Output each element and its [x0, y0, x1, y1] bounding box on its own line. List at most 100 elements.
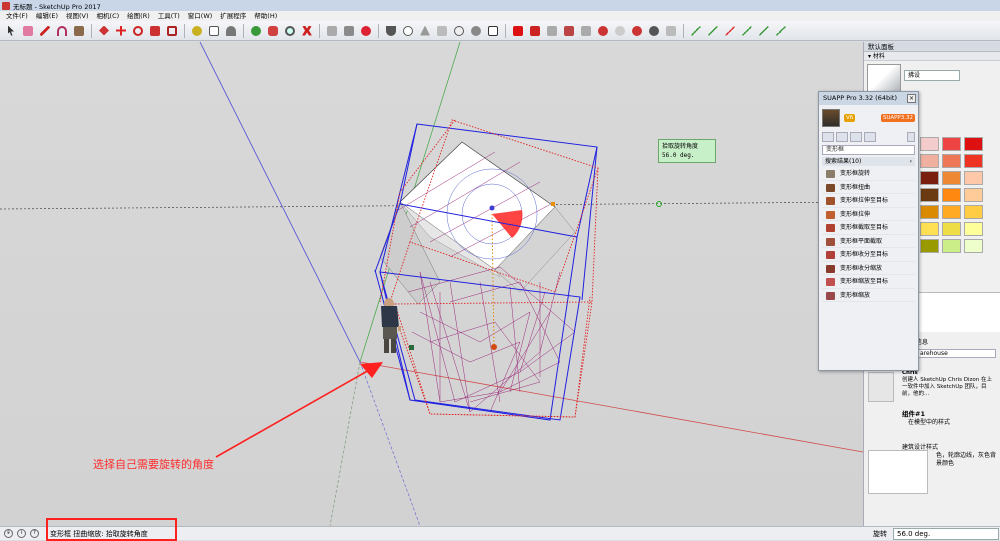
move-icon[interactable] [114, 24, 128, 38]
solid-icon[interactable] [528, 24, 542, 38]
menu-file[interactable]: 文件(F) [2, 11, 32, 21]
swatch[interactable] [964, 154, 983, 168]
zoom-icon[interactable] [283, 24, 297, 38]
suapp-search-input[interactable]: 变形框 [822, 145, 915, 155]
shape-icon[interactable] [72, 24, 86, 38]
suapp-titlebar[interactable]: SUAPP Pro 3.32 (64bit) × [819, 92, 918, 105]
teapot-icon[interactable] [613, 24, 627, 38]
info-icon[interactable]: i [17, 529, 26, 538]
menu-icon[interactable] [907, 132, 915, 142]
swatch[interactable] [964, 205, 983, 219]
rotate-icon[interactable] [131, 24, 145, 38]
user-icon[interactable] [850, 132, 862, 142]
result-item[interactable]: 变形框收分缩放 [822, 262, 915, 275]
section-icon[interactable] [384, 24, 398, 38]
swatch[interactable] [942, 171, 961, 185]
push-pull-icon[interactable] [97, 24, 111, 38]
swatch[interactable] [964, 171, 983, 185]
menu-draw[interactable]: 绘图(R) [123, 11, 154, 21]
swatch[interactable] [964, 188, 983, 202]
list-icon[interactable] [836, 132, 848, 142]
material-name-input[interactable]: 拂设 [904, 70, 960, 81]
swatch[interactable] [920, 137, 939, 151]
swatch[interactable] [964, 239, 983, 253]
text-icon[interactable] [207, 24, 221, 38]
swatch[interactable] [942, 222, 961, 236]
scene-canvas[interactable] [0, 42, 863, 526]
menu-edit[interactable]: 编辑(E) [32, 11, 62, 21]
measurement-input[interactable]: 56.0 deg. [893, 528, 999, 540]
select-icon[interactable] [4, 24, 18, 38]
search-icon[interactable] [864, 132, 876, 142]
warehouse-search-input[interactable]: arehouse [916, 349, 996, 358]
zoom-extents-icon[interactable] [300, 24, 314, 38]
eraser-icon[interactable] [21, 24, 35, 38]
arc-icon[interactable] [55, 24, 69, 38]
component-icon[interactable] [545, 24, 559, 38]
wire-icon[interactable] [486, 24, 500, 38]
close-icon[interactable]: × [907, 94, 916, 103]
menu-window[interactable]: 窗口(W) [184, 11, 217, 21]
swatch[interactable] [942, 154, 961, 168]
swatch[interactable] [920, 188, 939, 202]
swatch[interactable] [942, 239, 961, 253]
follow-icon[interactable] [647, 24, 661, 38]
version-badge[interactable]: SUAPP3.32 [880, 114, 915, 122]
result-item[interactable]: 变形框拉伸 [822, 208, 915, 221]
result-item[interactable]: 变形框平面截取 [822, 235, 915, 248]
result-item[interactable]: 变形框收分至目标 [822, 248, 915, 262]
pencil-icon[interactable] [38, 24, 52, 38]
scale-icon[interactable] [148, 24, 162, 38]
avatar[interactable] [822, 109, 840, 127]
menu-camera[interactable]: 相机(C) [93, 11, 124, 21]
swatch[interactable] [920, 222, 939, 236]
offset-icon[interactable] [165, 24, 179, 38]
home-icon[interactable] [822, 132, 834, 142]
sandbox-icon[interactable] [359, 24, 373, 38]
result-item[interactable]: 变形框拉伸至目标 [822, 194, 915, 208]
swatch[interactable] [920, 239, 939, 253]
view-top-icon[interactable] [689, 24, 703, 38]
result-item[interactable]: 变形框旋转 [822, 167, 915, 181]
result-item[interactable]: 变形框截取至目标 [822, 221, 915, 235]
scene-icon[interactable] [774, 24, 788, 38]
iso-icon[interactable] [664, 24, 678, 38]
view-front-icon[interactable] [706, 24, 720, 38]
shadow-icon[interactable] [418, 24, 432, 38]
result-item[interactable]: 变形框扭曲 [822, 181, 915, 194]
extension-icon[interactable] [342, 24, 356, 38]
suapp-icon[interactable] [511, 24, 525, 38]
swatch[interactable] [942, 205, 961, 219]
view-right-icon[interactable] [723, 24, 737, 38]
menu-extensions[interactable]: 扩展程序 [216, 11, 250, 21]
protractor-icon[interactable] [224, 24, 238, 38]
swatch[interactable] [964, 222, 983, 236]
ruby-icon[interactable] [596, 24, 610, 38]
style-icon[interactable] [401, 24, 415, 38]
materials-section-header[interactable]: ▾ 材料 [864, 52, 1000, 61]
swatch[interactable] [920, 205, 939, 219]
xray-icon[interactable] [469, 24, 483, 38]
warehouse-icon[interactable] [325, 24, 339, 38]
pan-icon[interactable] [266, 24, 280, 38]
swatch[interactable] [920, 154, 939, 168]
orbit-icon[interactable] [249, 24, 263, 38]
geo-location-icon[interactable]: ⌾ [4, 529, 13, 538]
drawing-viewport[interactable]: 拾取旋转角度 56.0 deg. 选择自己需要旋转的角度 [0, 42, 863, 526]
result-item[interactable]: 变形框缩放至目标 [822, 275, 915, 289]
paint-icon[interactable] [579, 24, 593, 38]
view-back-icon[interactable] [740, 24, 754, 38]
tape-icon[interactable] [190, 24, 204, 38]
fog-icon[interactable] [435, 24, 449, 38]
menu-tools[interactable]: 工具(T) [154, 11, 184, 21]
swatch[interactable] [920, 171, 939, 185]
swatch[interactable] [942, 137, 961, 151]
chevron-right-icon[interactable]: › [910, 157, 915, 166]
tray-title[interactable]: 默认面板 [864, 42, 1000, 52]
swatch[interactable] [942, 188, 961, 202]
layer-icon[interactable] [562, 24, 576, 38]
menu-help[interactable]: 帮助(H) [250, 11, 281, 21]
result-item[interactable]: 变形框缩放 [822, 289, 915, 302]
view-left-icon[interactable] [757, 24, 771, 38]
menu-view[interactable]: 视图(V) [62, 11, 93, 21]
